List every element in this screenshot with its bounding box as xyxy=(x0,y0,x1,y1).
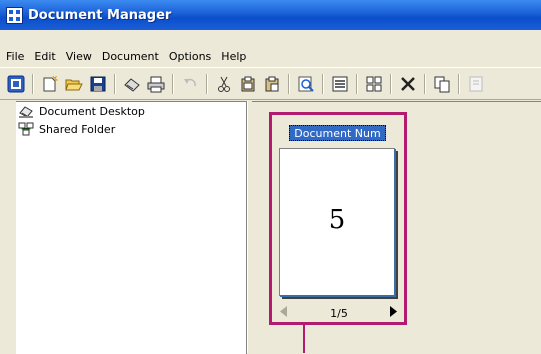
tree-item-label: Shared Folder xyxy=(39,122,116,136)
toolbar-separator xyxy=(356,73,358,94)
duplicate-icon[interactable] xyxy=(431,73,453,95)
undo-icon[interactable] xyxy=(179,73,201,95)
callout-highlight-box xyxy=(269,112,407,325)
toolbar-separator xyxy=(114,73,116,94)
list-view-icon[interactable] xyxy=(329,73,351,95)
print-icon[interactable] xyxy=(145,73,167,95)
title-bar[interactable]: Document Manager xyxy=(0,0,541,30)
menu-help[interactable]: Help xyxy=(216,50,251,63)
menu-options[interactable]: Options xyxy=(164,50,216,63)
toolbar-separator xyxy=(288,73,290,94)
menu-document[interactable]: Document xyxy=(97,50,164,63)
tree-item-document-desktop[interactable]: Document Desktop xyxy=(16,102,246,120)
copy-icon[interactable] xyxy=(237,73,259,95)
app-icon xyxy=(6,6,23,24)
folder-tree[interactable]: Document Desktop Shared Folder xyxy=(16,101,247,354)
menu-file[interactable]: File xyxy=(0,50,29,63)
toolbar-separator xyxy=(424,73,426,94)
toolbar-separator xyxy=(322,73,324,94)
cut-icon[interactable] xyxy=(213,73,235,95)
window-title: Document Manager xyxy=(28,7,172,23)
shared-folder-icon xyxy=(18,121,34,137)
delete-icon[interactable] xyxy=(397,73,419,95)
new-icon[interactable] xyxy=(39,73,61,95)
tree-item-shared-folder[interactable]: Shared Folder xyxy=(16,120,246,138)
menu-view[interactable]: View xyxy=(61,50,97,63)
paste-icon[interactable] xyxy=(261,73,283,95)
toolbar-separator xyxy=(172,73,174,94)
properties-icon[interactable] xyxy=(465,73,487,95)
toolbar-separator xyxy=(458,73,460,94)
open-folder-icon[interactable] xyxy=(63,73,85,95)
menu-edit[interactable]: Edit xyxy=(29,50,60,63)
thumbnail-view-icon[interactable] xyxy=(363,73,385,95)
toolbar-separator xyxy=(390,73,392,94)
tree-item-label: Document Desktop xyxy=(39,104,145,118)
toolbar-separator xyxy=(206,73,208,94)
callout-line xyxy=(303,325,305,353)
desktop-icon xyxy=(18,103,34,119)
app-blue-icon[interactable] xyxy=(5,73,27,95)
menu-bar: File Edit View Document Options Help xyxy=(0,45,541,67)
scanner-icon[interactable] xyxy=(121,73,143,95)
zoom-icon[interactable] xyxy=(295,73,317,95)
toolbar-separator xyxy=(32,73,34,94)
save-icon[interactable] xyxy=(87,73,109,95)
toolbar xyxy=(0,67,541,100)
